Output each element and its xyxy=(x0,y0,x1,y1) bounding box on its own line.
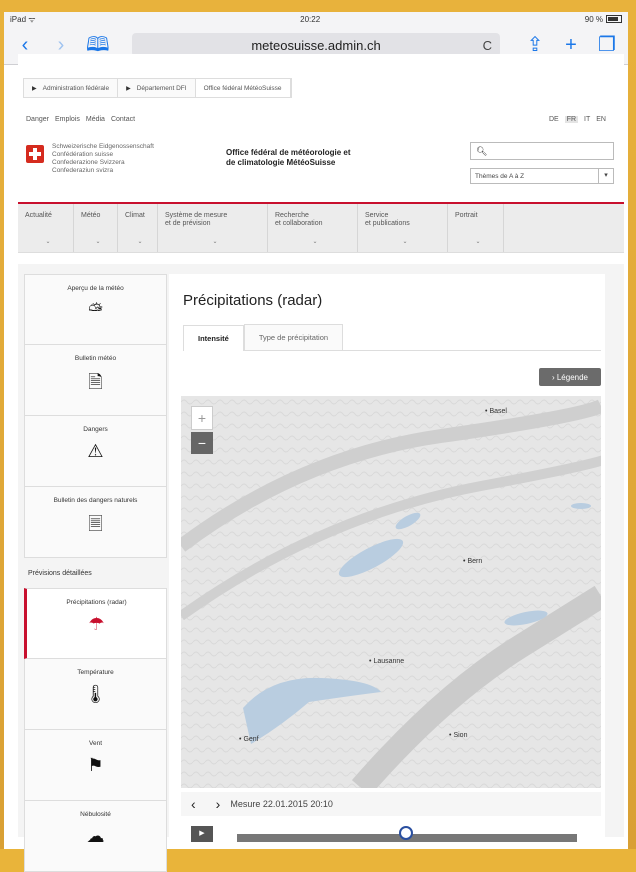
nav-actualite[interactable]: Actualité ⌄ xyxy=(18,204,74,252)
next-arrow-icon[interactable]: › xyxy=(216,796,221,812)
nav-recherche[interactable]: Recherche et collaboration ⌄ xyxy=(268,204,358,252)
device-label: iPad ᯤ xyxy=(10,14,36,24)
top-nav: Danger Emplois Média Contact xyxy=(26,116,135,123)
nav-systeme[interactable]: Système de mesure et de prévision ⌄ xyxy=(158,204,268,252)
bulletin-icon: 🗎︎ xyxy=(88,372,103,392)
lang-it[interactable]: IT xyxy=(584,116,590,123)
language-switcher: DE FR IT EN xyxy=(549,116,606,123)
battery-icon xyxy=(606,15,622,24)
swiss-flag-icon[interactable] xyxy=(26,145,44,163)
chevron-down-icon: ⌄ xyxy=(312,239,318,245)
web-page: ▶ Administration fédérale ▶ Département DF… xyxy=(18,54,624,872)
timeline-bar: ‹ › Mesure 22.01.2015 20:10 xyxy=(181,792,601,816)
search-icon: 🔍︎ xyxy=(476,145,488,156)
battery-indicator: 90 % xyxy=(585,15,622,24)
radar-map[interactable]: + − Basel Bern Lausanne Genf Sion xyxy=(181,396,601,788)
city-label: Genf xyxy=(239,736,258,743)
chevron-down-icon: ⌄ xyxy=(45,239,51,245)
natural-hazards-icon: 🗏︎ xyxy=(88,514,103,534)
tabs-icon[interactable]: ❐ xyxy=(596,35,618,55)
windsock-icon: ⚑︎ xyxy=(87,755,104,775)
animation-player: ▶ xyxy=(181,822,601,842)
city-label: Basel xyxy=(485,408,507,415)
triangle-icon: ▶ xyxy=(32,85,37,92)
breadcrumb: ▶ Administration fédérale ▶ Département DF… xyxy=(23,78,292,98)
chevron-down-icon: ⌄ xyxy=(137,239,143,245)
tab-bar: Intensité Type de précipitation xyxy=(183,324,601,351)
header: Schweizerische Eidgenossenschaft Confédér… xyxy=(26,142,616,192)
sidebar-heading: Prévisions détaillées xyxy=(28,570,92,577)
breadcrumb-item[interactable]: ▶ Département DFI xyxy=(118,79,196,97)
sidebar-item-dangers-naturels[interactable]: Bulletin des dangers naturels 🗏︎ xyxy=(24,487,167,558)
relief-map xyxy=(181,396,601,788)
city-label: Sion xyxy=(449,732,467,739)
content-area: Aperçu de la météo ⛅︎ Bulletin météo 🗎︎ Da… xyxy=(18,264,624,872)
nav-portrait[interactable]: Portrait ⌄ xyxy=(448,204,504,252)
tab-intensite[interactable]: Intensité xyxy=(183,325,244,351)
lang-en[interactable]: EN xyxy=(596,116,606,123)
triangle-icon: ▶ xyxy=(126,85,131,92)
main-nav: Actualité ⌄ Météo ⌄ Climat ⌄ Système de mes… xyxy=(18,204,624,253)
sidebar-item-vent[interactable]: Vent ⚑︎ xyxy=(24,730,167,801)
bookmarks-icon[interactable]: 🕮 xyxy=(86,35,110,55)
nav-contact[interactable]: Contact xyxy=(111,116,135,123)
chevron-down-icon: ⌄ xyxy=(95,239,101,245)
sidebar-item-nebulosite[interactable]: Nébulosité ☁︎ xyxy=(24,801,167,872)
city-label: Lausanne xyxy=(369,658,404,665)
nav-media[interactable]: Média xyxy=(86,116,105,123)
main-panel: Précipitations (radar) Intensité Type de… xyxy=(169,274,605,842)
sidebar-item-temperature[interactable]: Température 🌡︎ xyxy=(24,659,167,730)
office-title: Office fédéral de météorologie et de clim… xyxy=(226,148,351,167)
nav-danger[interactable]: Danger xyxy=(26,116,49,123)
tab-type[interactable]: Type de précipitation xyxy=(243,324,344,350)
chevron-down-icon: ⌄ xyxy=(212,239,218,245)
nav-service[interactable]: Service et publications ⌄ xyxy=(358,204,448,252)
sun-cloud-icon: ⛅︎ xyxy=(88,300,103,320)
status-bar: iPad ᯤ 20:22 90 % xyxy=(4,12,628,26)
confederation-text: Schweizerische Eidgenossenschaft Confédér… xyxy=(52,143,154,174)
zoom-out-button[interactable]: − xyxy=(191,432,213,454)
share-icon[interactable]: ⇪ xyxy=(524,35,546,55)
sidebar-item-dangers[interactable]: Dangers ⚠︎ xyxy=(24,416,167,487)
clock: 20:22 xyxy=(300,14,321,24)
zoom-controls: + − xyxy=(191,406,213,454)
zoom-in-button[interactable]: + xyxy=(191,406,213,430)
nav-climat[interactable]: Climat ⌄ xyxy=(118,204,158,252)
chevron-down-icon: ⌄ xyxy=(475,239,481,245)
warning-icon: ⚠︎ xyxy=(87,441,104,461)
umbrella-icon: ☂︎ xyxy=(88,614,105,634)
sidebar-item-bulletin[interactable]: Bulletin météo 🗎︎ xyxy=(24,345,167,416)
new-tab-icon[interactable]: + xyxy=(560,35,582,55)
lang-fr[interactable]: FR xyxy=(564,116,579,123)
play-button[interactable]: ▶ xyxy=(191,826,213,842)
page-title: Précipitations (radar) xyxy=(183,292,323,309)
chevron-down-icon: ▾ xyxy=(598,169,613,183)
breadcrumb-item[interactable]: Office fédéral MétéoSuisse xyxy=(195,79,291,97)
thermometer-icon: 🌡︎ xyxy=(84,684,107,704)
search-input[interactable]: 🔍︎ xyxy=(470,142,614,160)
nav-emplois[interactable]: Emplois xyxy=(55,116,80,123)
chevron-down-icon: ⌄ xyxy=(402,239,408,245)
forward-icon[interactable]: › xyxy=(50,35,72,55)
cloud-icon: ☁︎ xyxy=(86,826,105,846)
legend-button[interactable]: › Légende xyxy=(539,368,601,386)
sidebar: Aperçu de la météo ⛅︎ Bulletin météo 🗎︎ Da… xyxy=(24,274,167,872)
measurement-time: Mesure 22.01.2015 20:10 xyxy=(230,799,333,809)
city-label: Bern xyxy=(463,558,482,565)
sidebar-item-apercu[interactable]: Aperçu de la météo ⛅︎ xyxy=(24,274,167,345)
url-text: meteosuisse.admin.ch xyxy=(251,37,381,53)
sidebar-item-precipitations[interactable]: Précipitations (radar) ☂︎ xyxy=(24,588,167,659)
lang-de[interactable]: DE xyxy=(549,116,559,123)
reload-icon[interactable]: C xyxy=(483,38,492,53)
slider-handle[interactable] xyxy=(399,826,413,840)
nav-meteo[interactable]: Météo ⌄ xyxy=(74,204,118,252)
previous-arrow-icon[interactable]: ‹ xyxy=(191,796,196,812)
breadcrumb-item[interactable]: ▶ Administration fédérale xyxy=(24,79,119,97)
back-icon[interactable]: ‹ xyxy=(14,35,36,55)
themes-select[interactable]: Thèmes de A à Z ▾ xyxy=(470,168,614,184)
